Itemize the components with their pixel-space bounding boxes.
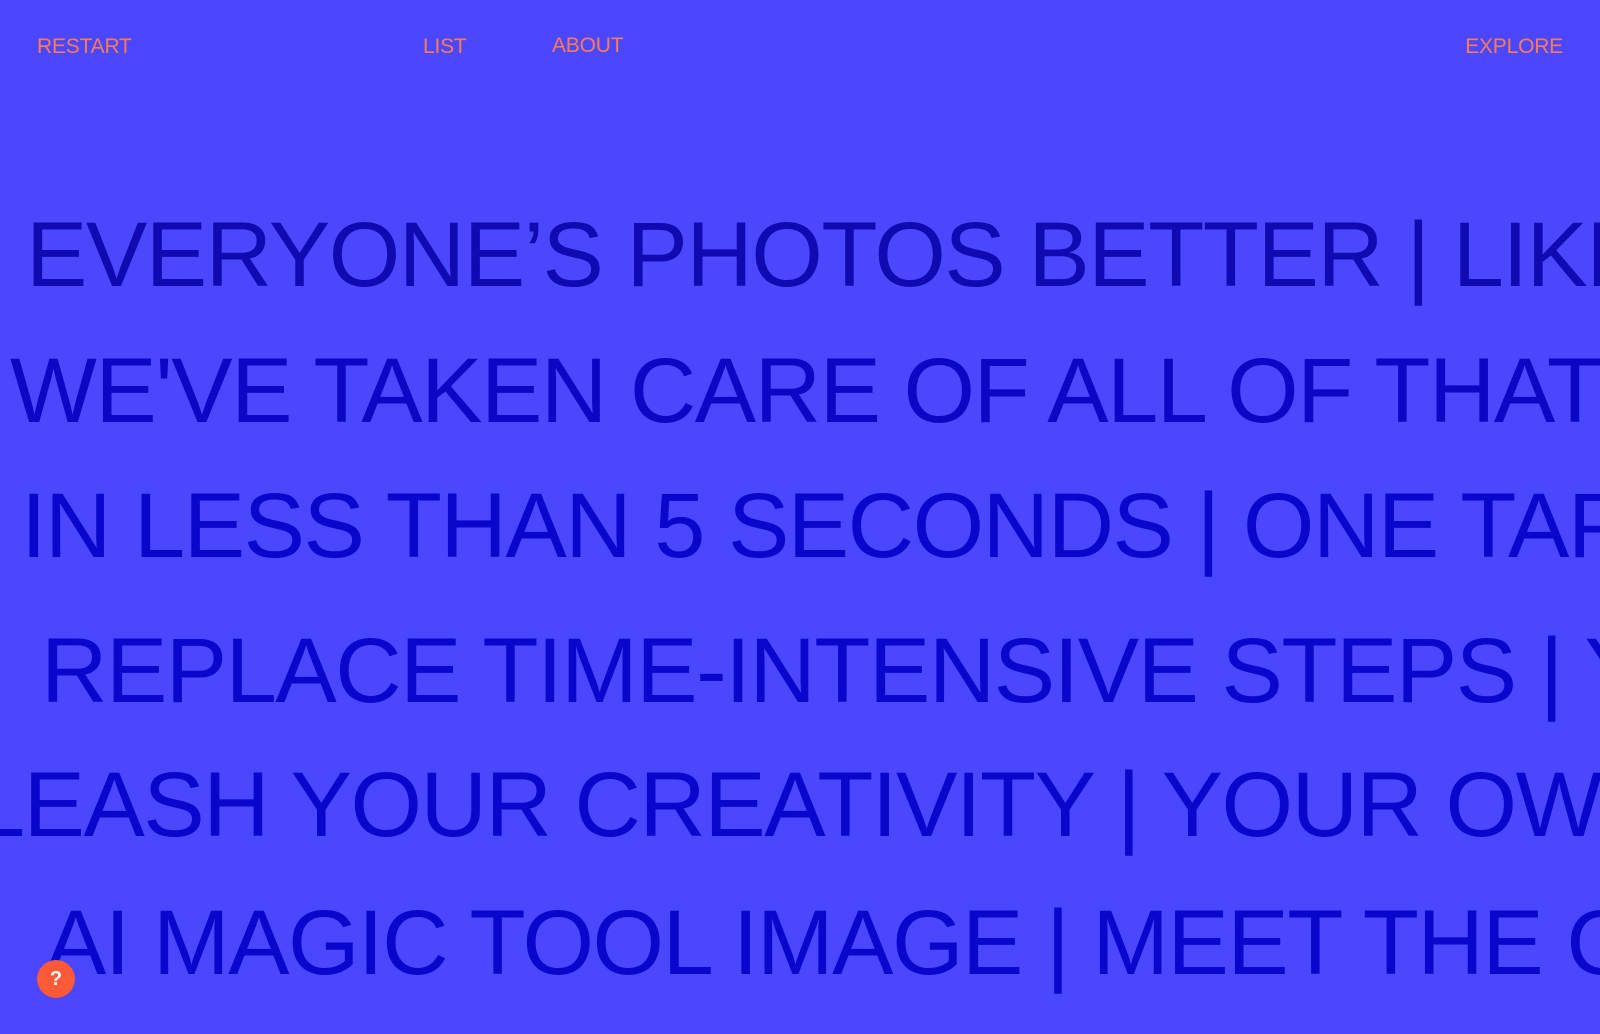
marquee-text-block: EVERYONE’S PHOTOS BETTER | LIKE WE'VE TA… — [0, 0, 1600, 1034]
marquee-line: WE'VE TAKEN CARE OF ALL OF THAT — [10, 340, 1600, 442]
marquee-line: EVERYONE’S PHOTOS BETTER | LIKE — [26, 204, 1600, 306]
help-button[interactable]: ? — [37, 960, 75, 998]
marquee-line: LEASH YOUR CREATIVITY | YOUR OWN — [0, 754, 1600, 856]
marquee-line: IN LESS THAN 5 SECONDS | ONE TAP — [21, 475, 1600, 577]
question-icon: ? — [49, 967, 63, 990]
marquee-line: REPLACE TIME-INTENSIVE STEPS | Y — [41, 620, 1600, 722]
marquee-line: AI MAGIC TOOL IMAGE | MEET THE CA — [45, 892, 1600, 994]
